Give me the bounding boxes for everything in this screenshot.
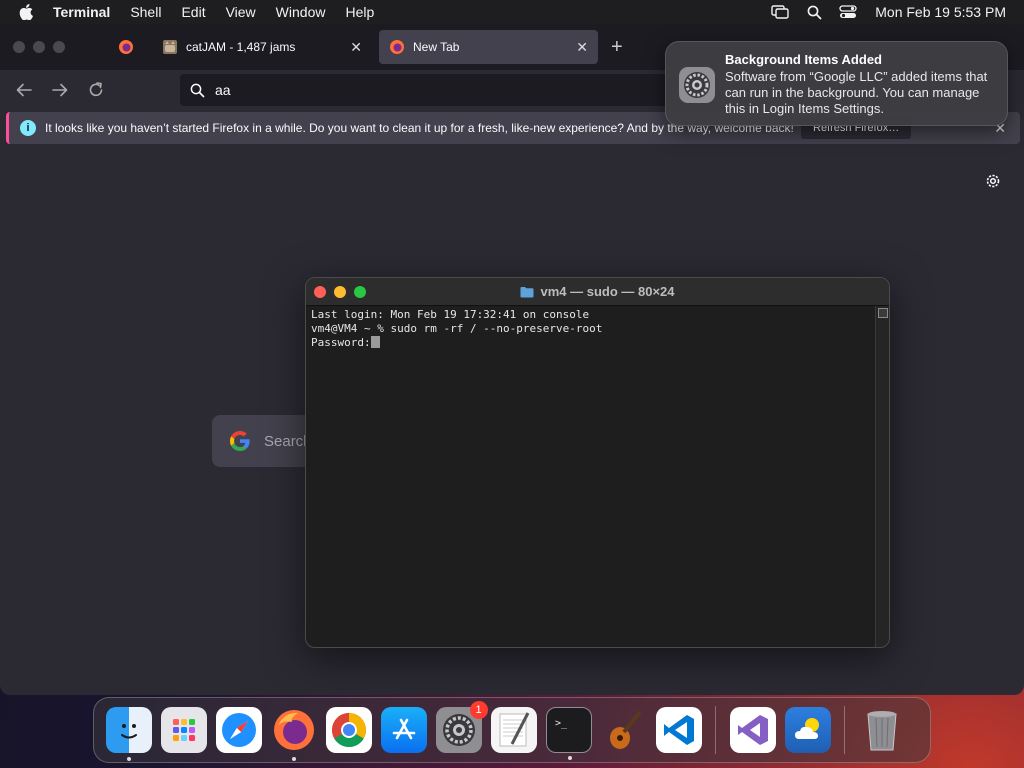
google-logo-icon xyxy=(228,429,252,453)
scrollbar-button[interactable] xyxy=(877,308,888,318)
tab-title: catJAM - 1,487 jams xyxy=(186,40,296,54)
system-settings-gear-icon xyxy=(679,67,715,103)
dock-terminal-icon[interactable]: >_ xyxy=(545,707,592,760)
info-icon: i xyxy=(20,120,36,136)
menu-help[interactable]: Help xyxy=(335,4,384,20)
terminal-scrollbar[interactable] xyxy=(875,306,889,647)
dock-system-settings-icon[interactable]: 1 xyxy=(435,701,488,753)
dock-safari-icon[interactable] xyxy=(215,707,262,753)
spotlight-search-icon[interactable] xyxy=(797,5,831,20)
minimize-window-button[interactable] xyxy=(33,41,45,53)
apple-menu-icon[interactable] xyxy=(0,4,52,20)
zoom-window-button[interactable] xyxy=(354,286,366,298)
notification-badge: 1 xyxy=(469,701,488,719)
close-window-button[interactable] xyxy=(13,41,25,53)
background-items-notification[interactable]: Background Items Added Software from “Go… xyxy=(665,41,1008,126)
tab-catjam[interactable]: catJAM - 1,487 jams ✕ xyxy=(152,30,372,64)
dock-garageband-icon[interactable] xyxy=(601,707,647,753)
forward-arrow-icon[interactable] xyxy=(48,78,72,102)
running-indicator xyxy=(126,757,131,761)
menu-shell[interactable]: Shell xyxy=(120,4,171,20)
dock-launchpad-icon[interactable] xyxy=(160,707,207,753)
dock-separator xyxy=(715,706,716,754)
menu-clock[interactable]: Mon Feb 19 5:53 PM xyxy=(865,4,1006,20)
reload-icon[interactable] xyxy=(84,78,108,102)
terminal-titlebar[interactable]: vm4 — sudo — 80×24 xyxy=(306,278,889,306)
running-indicator xyxy=(567,756,572,760)
pinned-tab-firefox[interactable] xyxy=(108,30,144,64)
menu-view[interactable]: View xyxy=(216,4,266,20)
dock-finder-icon[interactable] xyxy=(105,707,152,761)
terminal-prompt-line: Password: xyxy=(311,336,873,350)
menu-edit[interactable]: Edit xyxy=(171,4,215,20)
svg-text:>_: >_ xyxy=(555,718,568,729)
minimize-window-button[interactable] xyxy=(334,286,346,298)
dock-trash-icon[interactable] xyxy=(859,707,905,753)
newtab-settings-gear-icon[interactable] xyxy=(984,172,1002,195)
address-bar[interactable]: aa xyxy=(180,74,680,106)
dock-textedit-icon[interactable] xyxy=(490,707,537,753)
new-tab-plus-icon[interactable]: + xyxy=(611,36,623,59)
firefox-favicon-icon xyxy=(119,40,133,54)
dock-weather-icon[interactable] xyxy=(784,707,831,753)
menu-window[interactable]: Window xyxy=(266,4,336,20)
cat-favicon-icon xyxy=(163,40,177,54)
password-prompt: Password: xyxy=(311,336,371,349)
notification-title: Background Items Added xyxy=(725,52,882,67)
close-tab-icon[interactable]: ✕ xyxy=(350,39,362,56)
menu-bar: Terminal Shell Edit View Window Help Mon… xyxy=(0,0,1024,24)
dock-firefox-icon[interactable] xyxy=(271,707,317,761)
close-tab-icon[interactable]: ✕ xyxy=(576,39,588,56)
dock-separator xyxy=(844,706,845,754)
tab-title: New Tab xyxy=(413,40,460,54)
control-center-icon[interactable] xyxy=(831,5,865,19)
dock: 1 >_ xyxy=(93,697,931,763)
dock-visual-studio-icon[interactable] xyxy=(729,707,776,753)
dock-chrome-icon[interactable] xyxy=(325,707,372,753)
back-arrow-icon[interactable] xyxy=(12,78,36,102)
close-window-button[interactable] xyxy=(314,286,326,298)
terminal-line: vm4@VM4 ~ % sudo rm -rf / --no-preserve-… xyxy=(311,322,603,335)
terminal-title: vm4 — sudo — 80×24 xyxy=(540,284,675,299)
terminal-window[interactable]: vm4 — sudo — 80×24 Last login: Mon Feb 1… xyxy=(305,277,890,648)
terminal-window-controls xyxy=(314,286,366,298)
terminal-output[interactable]: Last login: Mon Feb 19 17:32:41 on conso… xyxy=(311,308,873,350)
tab-new-tab[interactable]: New Tab ✕ xyxy=(379,30,598,64)
search-icon xyxy=(190,83,205,98)
address-bar-text: aa xyxy=(215,82,231,98)
folder-icon xyxy=(520,286,534,298)
screen-mirroring-icon[interactable] xyxy=(763,5,797,19)
menu-app-name[interactable]: Terminal xyxy=(52,4,120,20)
terminal-line: Last login: Mon Feb 19 17:32:41 on conso… xyxy=(311,308,590,321)
text-cursor xyxy=(370,336,380,348)
firefox-favicon-icon xyxy=(390,40,404,54)
notification-body: Software from “Google LLC” added items t… xyxy=(725,69,988,116)
running-indicator xyxy=(291,757,296,761)
dock-vscode-icon[interactable] xyxy=(655,707,702,753)
firefox-window-controls xyxy=(13,41,65,53)
dock-app-store-icon[interactable] xyxy=(380,707,427,753)
zoom-window-button[interactable] xyxy=(53,41,65,53)
